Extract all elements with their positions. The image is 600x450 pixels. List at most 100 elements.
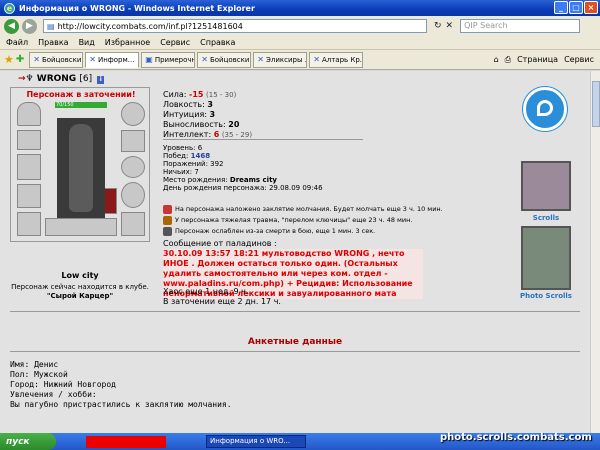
scrolls-banner[interactable] — [521, 161, 571, 211]
boots-slot[interactable] — [121, 212, 145, 236]
close-button[interactable]: × — [584, 1, 598, 14]
taskbar-item[interactable]: Информация о WRO... — [206, 435, 306, 448]
tools-menu[interactable]: Сервис — [564, 55, 594, 65]
scrolls-link[interactable]: Scrolls — [516, 214, 576, 222]
print-icon[interactable]: ⎙ — [505, 55, 511, 65]
page-content: →♆ WRONG [6] i Персонаж в заточении! 70/… — [0, 71, 590, 433]
effect-silence: На персонажа наложено заклятие молчания.… — [163, 204, 443, 215]
bio-wins: Побед: 1468 — [163, 152, 211, 160]
character-figure — [57, 118, 105, 218]
legs-slot[interactable] — [45, 218, 117, 236]
refresh-icon[interactable]: ↻ — [434, 21, 442, 31]
url-text: http://lowcity.combats.com/inf.pl?125148… — [57, 21, 243, 31]
stat-intuition: Интуиция: 3 — [163, 110, 216, 119]
effect-trauma: У персонажа тяжелая травма, "перелом клю… — [163, 215, 443, 226]
profile-hobbies-text: Вы пагубно пристрастились к заклятию мол… — [10, 400, 232, 409]
character-header: →♆ WRONG [6] i — [18, 74, 105, 84]
tab-icon: ✕ — [89, 55, 96, 64]
home-icon[interactable]: ⌂ — [494, 55, 499, 65]
ring-slot[interactable] — [121, 130, 145, 152]
anketa-title: Анкетные данные — [247, 337, 343, 347]
bio-birthday: День рождения персонажа: 29.08.09 09:46 — [163, 184, 323, 192]
club-location: Персонаж сейчас находится в клубе. "Сыро… — [11, 283, 149, 300]
stat-endurance: Выносливость: 20 — [163, 120, 240, 129]
bio-block: Уровень: 6 Побед: 1468 Поражений: 392 Ни… — [163, 144, 323, 192]
address-bar: ◀ ▶ ▤ http://lowcity.combats.com/inf.pl?… — [0, 16, 600, 36]
photo-scrolls-banner[interactable] — [521, 226, 571, 290]
profile-city: Город: Нижний Новгород — [10, 380, 116, 389]
trauma-icon — [163, 216, 172, 225]
search-input[interactable]: QIP Search — [460, 19, 581, 33]
window-title: Информация о WRONG - Windows Internet Ex… — [19, 3, 255, 13]
menu-bar: Файл Правка Вид Избранное Сервис Справка — [0, 36, 600, 50]
weapon-slot[interactable] — [17, 154, 41, 180]
divider — [163, 139, 363, 140]
tab-icon: ✕ — [33, 55, 40, 64]
tab-5[interactable]: ✕ Эликсиры ... — [253, 51, 308, 68]
amulet-slot[interactable] — [121, 156, 145, 178]
armor-slot[interactable] — [17, 130, 41, 150]
page-icon: ▤ — [47, 21, 55, 31]
divider — [10, 351, 580, 352]
arrow-icon: → — [18, 74, 26, 84]
tab-icon: ✕ — [201, 55, 208, 64]
menu-favorites[interactable]: Избранное — [105, 38, 150, 47]
tab-1[interactable]: ✕Бойцовски... — [29, 51, 84, 68]
glove-slot[interactable] — [17, 184, 41, 208]
bio-level: Уровень: 6 — [163, 144, 203, 152]
divider — [10, 311, 580, 312]
helmet-slot[interactable] — [17, 102, 41, 126]
watermark: photo.scrolls.combats.com — [440, 432, 592, 443]
forward-button[interactable]: ▶ — [22, 18, 37, 34]
tab-icon: ✕ — [313, 55, 320, 64]
tab-2-active[interactable]: ✕ Информ... — [85, 51, 140, 68]
skull-icon — [163, 227, 172, 236]
profile-sex: Пол: Мужской — [10, 370, 68, 379]
scrolls-logo[interactable] — [523, 87, 567, 131]
character-nick: WRONG — [36, 74, 77, 84]
effect-weakness: Персонаж ослаблен из-за смерти в бою, ещ… — [163, 226, 443, 237]
menu-view[interactable]: Вид — [79, 38, 95, 47]
effects-list: На персонажа наложено заклятие молчания.… — [163, 204, 443, 237]
menu-help[interactable]: Справка — [200, 38, 235, 47]
menu-file[interactable]: Файл — [6, 38, 28, 47]
vertical-scrollbar[interactable] — [590, 71, 600, 433]
menu-tools[interactable]: Сервис — [160, 38, 190, 47]
add-favorite-icon[interactable]: ✚ — [16, 54, 24, 65]
tab-4[interactable]: ✕Бойцовски... — [197, 51, 252, 68]
shield-slot[interactable] — [121, 102, 145, 126]
profile-block: Имя: Денис Пол: Мужской Город: Нижний Но… — [10, 360, 232, 410]
stop-icon[interactable]: ✕ — [446, 21, 454, 31]
tab-bar: ★ ✚ ✕Бойцовски... ✕Информ... ▣Примерочн.… — [0, 50, 600, 70]
hp-bar: 70/150 — [55, 102, 107, 108]
minimize-button[interactable]: _ — [554, 1, 568, 14]
profile-name: Имя: Денис — [10, 360, 59, 369]
round-shield-slot[interactable] — [121, 182, 145, 208]
belt-slot[interactable] — [17, 212, 41, 236]
start-button[interactable]: пуск — [0, 433, 56, 450]
tab-3[interactable]: ▣Примерочн... — [141, 51, 196, 68]
scroll-thumb[interactable] — [592, 81, 600, 127]
tab-6[interactable]: ✕ Алтарь Кр... — [309, 51, 364, 68]
message-heading: Сообщение от паладинов : — [163, 239, 277, 248]
character-box: Персонаж в заточении! 70/150 — [10, 87, 150, 242]
url-input[interactable]: ▤ http://lowcity.combats.com/inf.pl?1251… — [43, 19, 427, 33]
redacted-area — [86, 435, 166, 448]
page-menu[interactable]: Страница — [517, 55, 558, 65]
jail-line: В заточении еще 2 дн. 17 ч. — [163, 297, 281, 306]
align-icon: ♆ — [25, 74, 34, 84]
bio-draws: Ничьих: 7 — [163, 168, 199, 176]
maximize-button[interactable]: □ — [569, 1, 583, 14]
info-icon[interactable]: i — [97, 76, 105, 84]
silence-icon — [163, 205, 172, 214]
stats-block: Сила: -15 (15 - 30) Ловкость: 3 Интуиция… — [163, 90, 252, 140]
back-button[interactable]: ◀ — [4, 18, 19, 34]
stat-agility: Ловкость: 3 — [163, 100, 213, 109]
favorites-star-icon[interactable]: ★ — [4, 53, 14, 66]
menu-edit[interactable]: Правка — [38, 38, 68, 47]
punishment-block: Хаос еще 1 нед. 9 ч. В заточении еще 2 д… — [163, 287, 281, 307]
tab-icon: ✕ — [257, 55, 264, 64]
photo-scrolls-link[interactable]: Photo Scrolls — [516, 292, 576, 300]
window-title-bar: e Информация о WRONG - Windows Internet … — [0, 0, 600, 16]
chaos-line: Хаос еще 1 нед. 9 ч. — [163, 287, 249, 296]
